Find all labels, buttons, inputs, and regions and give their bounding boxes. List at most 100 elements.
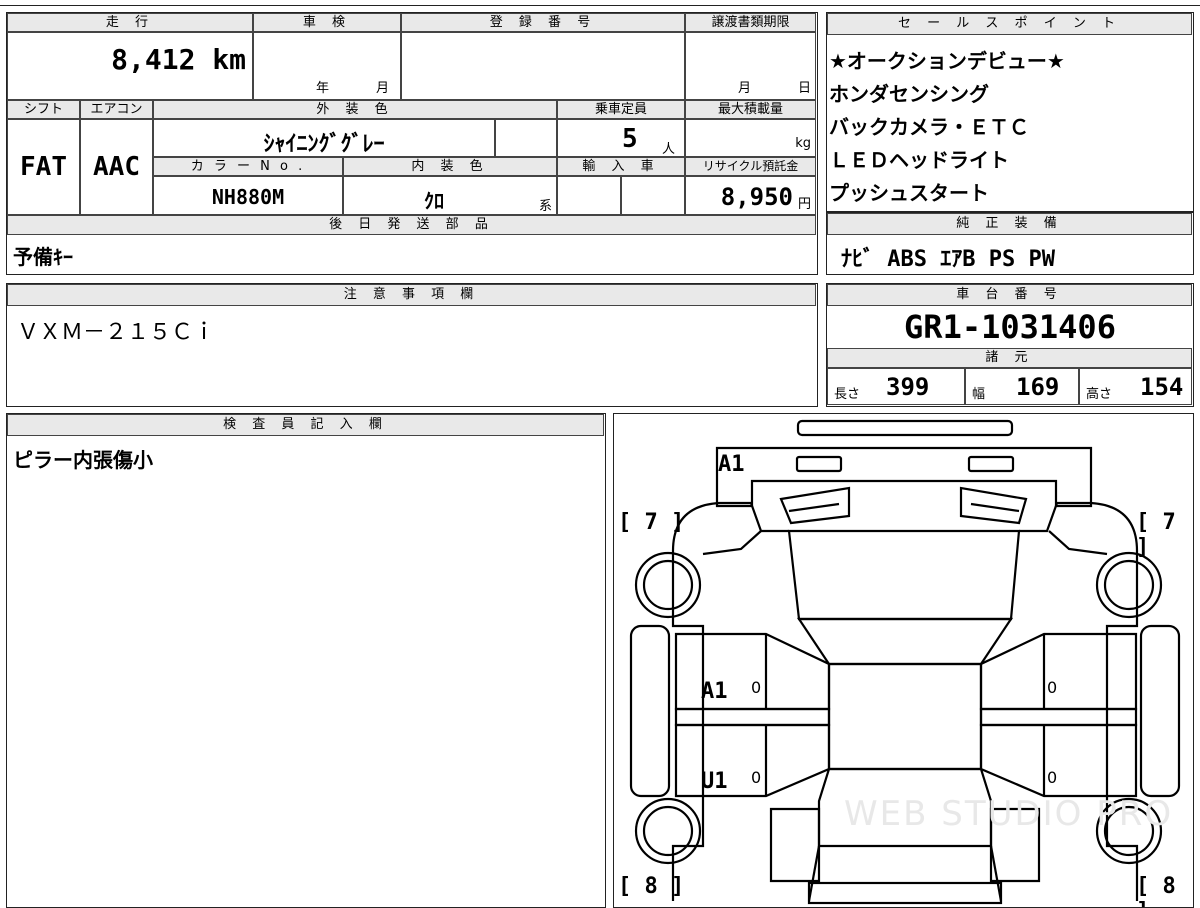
sales-points-list: ★オークションデビュー★ ホンダセンシング バックカメラ・ＥＴＣ ＬＥＤヘッドラ… — [829, 45, 1065, 210]
hood — [787, 529, 1021, 621]
bracket-bottom-right: [ 8 ] — [1136, 874, 1176, 907]
roof — [827, 662, 983, 771]
rear-panel-left — [769, 807, 821, 883]
equipment-box: 純 正 装 備 ﾅﾋﾞ ABS ｴｱB PS PW — [826, 212, 1194, 275]
right-door-zero: 0 — [1047, 678, 1058, 697]
inspector-box: 検 査 員 記 入 欄 ピラー内張傷小 — [6, 413, 606, 908]
doc-deadline-cell: 月 日 — [685, 32, 816, 100]
wheel-front-right — [1095, 551, 1163, 619]
length-value: 399 — [886, 373, 930, 401]
interior-color-header: 内 装 色 — [343, 157, 557, 176]
chassis-header: 車 台 番 号 — [827, 284, 1192, 306]
equipment-value: ﾅﾋﾞ ABS ｴｱB PS PW — [841, 247, 1055, 272]
recycle-header: リサイクル預託金 — [685, 157, 816, 176]
aircon-cell: AAC — [80, 119, 153, 215]
spec-header: 諸 元 — [827, 348, 1192, 368]
inspector-header: 検 査 員 記 入 欄 — [7, 414, 604, 436]
left-door-damage-code: A1 — [701, 679, 728, 704]
notes-header: 注 意 事 項 欄 — [7, 284, 816, 306]
color-no-value: NH880M — [211, 185, 285, 209]
sales-point-item: ＬＥＤヘッドライト — [829, 148, 1009, 172]
color-no-header: カ ラ ー N o . — [153, 157, 343, 176]
notes-value: ＶＸＭ－２１５Ｃｉ — [17, 320, 216, 345]
vehicle-info-table: 走 行 車 検 登 録 番 号 譲渡書類期限 8,412 km 年 月 月 日 … — [6, 12, 818, 275]
mileage-cell: 8,412 km — [7, 32, 253, 100]
mileage-value: 8,412 km — [111, 43, 246, 76]
registration-cell — [401, 32, 685, 100]
shift-cell: FAT — [7, 119, 80, 215]
recycle-amount: 8,950 — [720, 183, 793, 211]
height-value: 154 — [1140, 373, 1184, 401]
max-load-unit: kg — [795, 136, 811, 151]
inspection-cell: 年 月 — [253, 32, 401, 100]
mileage-header: 走 行 — [7, 13, 253, 32]
height-label: 高さ — [1086, 387, 1113, 402]
capacity-unit: 人 — [662, 142, 676, 157]
wheel-front-left — [634, 551, 702, 619]
height-cell: 高さ 154 — [1079, 368, 1192, 405]
sales-point-item: ホンダセンシング — [829, 82, 989, 106]
headlight-left — [779, 486, 851, 525]
right-rear-door — [979, 723, 1138, 798]
max-load-cell: kg — [685, 119, 816, 157]
chassis-box: 車 台 番 号 GR1-1031406 諸 元 長さ 399 幅 169 高さ … — [826, 283, 1194, 407]
left-door-zero: 0 — [751, 678, 762, 697]
front-light-left — [795, 455, 843, 473]
sales-point-item: バックカメラ・ＥＴＣ — [829, 115, 1029, 139]
aircon-value: AAC — [93, 152, 140, 182]
notes-box: 注 意 事 項 欄 ＶＸＭ－２１５Ｃｉ — [6, 283, 818, 407]
later-parts-header: 後 日 発 送 部 品 — [7, 215, 816, 235]
interior-color-value: ｸﾛ — [424, 189, 444, 213]
registration-header: 登 録 番 号 — [401, 13, 685, 32]
doc-deadline-header: 譲渡書類期限 — [685, 13, 816, 32]
front-bumper — [715, 446, 1093, 508]
exterior-color-header: 外 装 色 — [153, 100, 557, 119]
capacity-cell: 5 人 — [557, 119, 685, 157]
wheel-rear-left — [634, 797, 702, 865]
front-damage-code: A1 — [718, 452, 745, 477]
headlight-right — [959, 486, 1028, 525]
left-sill — [674, 707, 831, 727]
shift-value: FAT — [20, 152, 67, 182]
bracket-top-left: [ 7 ] — [618, 510, 685, 535]
interior-color-cell: ｸﾛ 系 — [343, 176, 557, 215]
rear-bumper — [807, 881, 1003, 905]
chassis-value: GR1-1031406 — [904, 308, 1116, 346]
sales-points-box: セ ー ル ス ポ イ ン ト ★オークションデビュー★ ホンダセンシング バッ… — [826, 12, 1194, 212]
sales-point-item: ★オークションデビュー★ — [829, 49, 1065, 73]
bracket-bottom-left: [ 8 ] — [618, 874, 685, 899]
exterior-color-value: ｼｬｲﾆﾝｸﾞｸﾞﾚｰ — [263, 132, 385, 157]
capacity-header: 乗車定員 — [557, 100, 685, 119]
color-no-cell: NH880M — [153, 176, 343, 215]
left-front-door — [674, 632, 831, 711]
length-label: 長さ — [834, 387, 861, 402]
right-skirt — [1139, 624, 1181, 798]
exterior-extra-cell — [495, 119, 557, 157]
max-load-header: 最大積載量 — [685, 100, 816, 119]
import-cell-right — [621, 176, 685, 215]
inspection-month-label: 月 — [376, 81, 390, 96]
deadline-month-label: 月 — [738, 81, 752, 96]
equipment-header: 純 正 装 備 — [827, 213, 1192, 235]
import-cell-left — [557, 176, 621, 215]
width-label: 幅 — [972, 387, 986, 402]
exterior-color-cell: ｼｬｲﾆﾝｸﾞｸﾞﾚｰ — [153, 119, 495, 157]
width-cell: 幅 169 — [965, 368, 1079, 405]
aircon-header: エアコン — [80, 100, 153, 119]
front-light-right — [967, 455, 1015, 473]
windshield — [796, 617, 1014, 666]
left-skirt — [629, 624, 671, 798]
bracket-top-right: [ 7 ] — [1136, 510, 1176, 560]
car-diagram-box: A1 A1 U1 0 0 0 0 [ 7 ] [ 7 ] [ 8 ] [ 8 ]… — [613, 413, 1194, 908]
capacity-value: 5 — [622, 124, 638, 154]
sales-point-item: プッシュスタート — [829, 181, 989, 205]
right-sill — [979, 707, 1138, 727]
watermark-text: WEB STUDIO PRO — [844, 794, 1174, 834]
length-cell: 長さ 399 — [827, 368, 965, 405]
import-header: 輸 入 車 — [557, 157, 685, 176]
interior-color-suffix: 系 — [538, 199, 552, 214]
body-outline — [671, 501, 1139, 901]
inspector-value: ピラー内張傷小 — [13, 448, 153, 472]
width-value: 169 — [1016, 373, 1060, 401]
shift-header: シフト — [7, 100, 80, 119]
